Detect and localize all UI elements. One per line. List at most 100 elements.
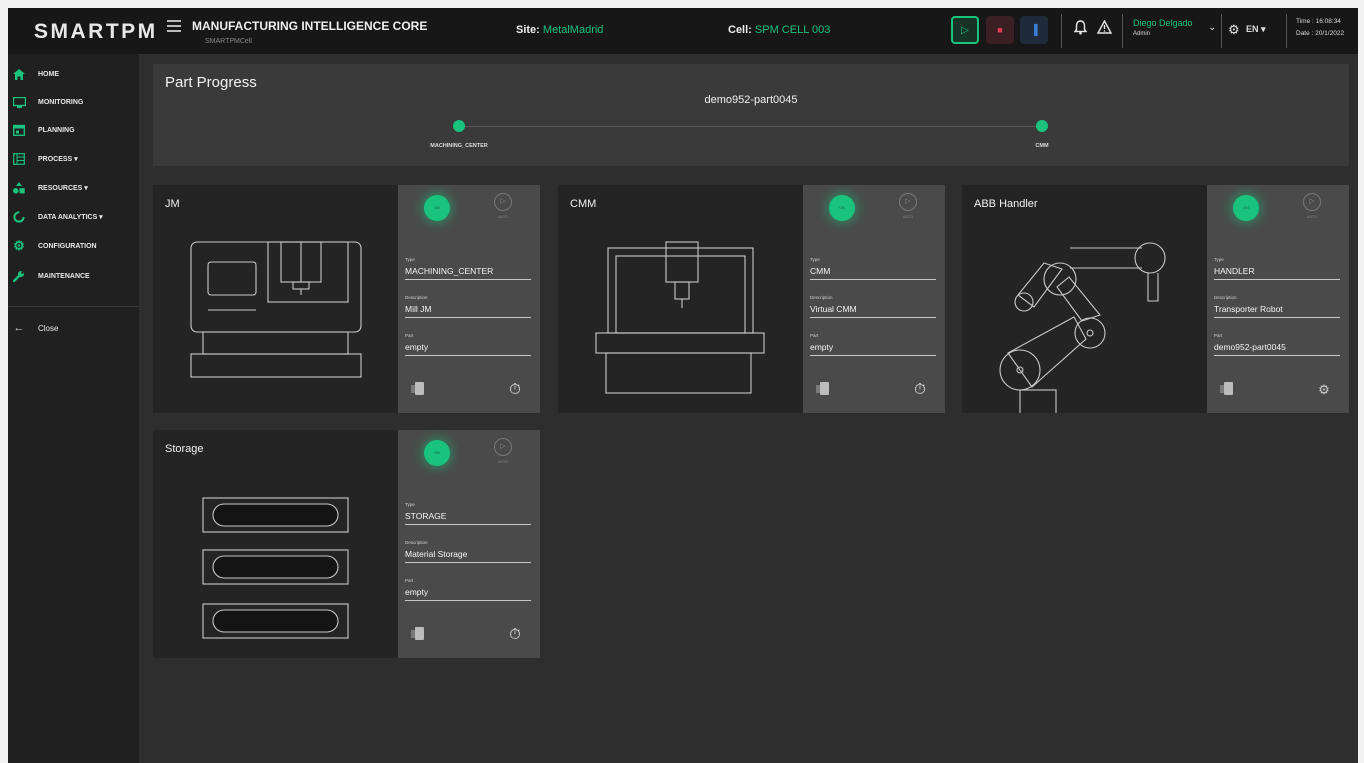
home-icon [12,68,26,80]
power-on-button[interactable]: ON [424,195,450,221]
bell-icon[interactable] [1073,20,1088,39]
divider [1122,14,1123,48]
power-on-button[interactable]: ON [829,195,855,221]
user-role: Admin [1133,31,1151,37]
description-field: Description Mill JM [405,295,531,318]
hamburger-menu-icon[interactable] [167,20,181,34]
card-illustration-area: ABB Handler [962,185,1207,413]
description-field: Description Virtual CMM [810,295,936,318]
settings-gear-icon[interactable]: ⚙ [1228,22,1240,38]
description-label: Description [810,295,833,300]
site-label: Site: [516,24,540,36]
on-label: ON [434,451,440,455]
app-window: SMARTPM MANUFACTURING INTELLIGENCE CORE … [8,8,1358,763]
sidebar-item-label: DATA ANALYTICS ▾ [38,214,103,221]
description-value: Material Storage [405,549,468,559]
sidebar-close-button[interactable]: ← Close [12,318,59,338]
sidebar-item-label: PLANNING [38,126,75,134]
part-id: demo952-part0045 [704,94,798,106]
time-text: Time : 16:08:34 [1296,18,1341,25]
type-label: Type [405,257,415,262]
reset-button[interactable]: ▐ [1020,16,1048,44]
warning-icon[interactable] [1096,19,1113,38]
door-icon[interactable] [411,382,424,395]
resource-card-jm[interactable]: JM ON ▷ AUTO Type MACHINING_CENTER Descrip… [153,185,540,413]
stopwatch-icon[interactable]: ⏱ [506,381,524,399]
sidebar-close-label: Close [38,323,59,333]
part-field: Part empty [405,333,531,356]
sidebar-item-home[interactable]: HOME [12,64,59,84]
type-field: Type MACHINING_CENTER [405,257,531,280]
type-label: Type [810,257,820,262]
type-field: Type STORAGE [405,502,531,525]
type-field: Type CMM [810,257,936,280]
divider [1221,14,1222,48]
sidebar-item-label: PROCESS ▾ [38,156,78,163]
step-dot-cmm[interactable] [1036,120,1048,132]
part-value: empty [810,342,834,352]
site-value: MetalMadrid [542,24,604,36]
sidebar-item-configuration[interactable]: ⚙ CONFIGURATION [12,236,96,256]
brand-logo: SMARTPM [34,20,158,43]
sidebar-item-data-analytics[interactable]: DATA ANALYTICS ▾ [12,207,103,227]
description-value: Transporter Robot [1214,304,1283,314]
part-field: Part demo952-part0045 [1214,333,1340,356]
auto-mode-button[interactable]: ▷ AUTO [490,438,516,468]
sidebar-item-planning[interactable]: PLANNING [12,120,75,140]
play-button[interactable]: ▷ [951,16,979,44]
part-label: Part [405,578,414,583]
top-bar: SMARTPM MANUFACTURING INTELLIGENCE CORE … [8,8,1358,54]
type-field: Type HANDLER [1214,257,1340,280]
sidebar-item-process[interactable]: PROCESS ▾ [12,149,78,169]
machining-center-illustration [190,241,362,378]
sidebar: HOME MONITORING PLANNING PROCESS ▾ RESOU… [8,54,139,763]
resource-card-storage[interactable]: Storage ON ▷ AUTO Type STORAGE Description… [153,430,540,658]
card-illustration-area: Storage [153,430,398,658]
description-label: Description [1214,295,1237,300]
door-icon[interactable] [1220,382,1233,395]
resource-card-abb-handler[interactable]: ABB Handler ON ▷ AUTO Type HANDLER Descr… [962,185,1349,413]
analytics-icon [12,211,26,223]
user-dropdown-chevron-icon[interactable]: ⌄ [1208,22,1216,33]
datetime-display: Time : 16:08:34 Date : 20/1/2022 [1296,16,1344,40]
auto-mode-button[interactable]: ▷ AUTO [1299,193,1325,223]
stop-button[interactable]: ■ [986,16,1014,44]
part-value: empty [405,342,429,352]
auto-mode-button[interactable]: ▷ AUTO [895,193,921,223]
door-icon[interactable] [816,382,829,395]
resource-card-cmm[interactable]: CMM ON ▷ AUTO Type CMM Description Virtual … [558,185,945,413]
play-icon: ▷ [961,24,969,36]
part-label: Part [1214,333,1223,338]
stopwatch-icon[interactable]: ⏱ [506,626,524,644]
on-label: ON [1243,206,1249,210]
language-selector[interactable]: EN ▾ [1246,24,1266,35]
resources-icon [12,182,26,194]
process-icon [12,153,26,165]
part-label: Part [810,333,819,338]
part-progress-panel: Part Progress demo952-part0045 MACHINING… [153,64,1349,166]
stopwatch-icon[interactable]: ⏱ [911,381,929,399]
type-value: CMM [810,266,831,276]
app-subtitle: SMARTPMCell [205,38,252,45]
storage-illustration [202,497,349,639]
wrench-icon [12,270,26,282]
user-name[interactable]: Diego Delgado [1133,18,1193,28]
sidebar-divider [8,306,139,307]
door-icon[interactable] [411,627,424,640]
card-info-panel: ON ▷ AUTO Type CMM Description Virtual CMM … [803,185,945,413]
part-field: Part empty [810,333,936,356]
description-value: Mill JM [405,304,432,314]
power-on-button[interactable]: ON [1233,195,1259,221]
sidebar-item-resources[interactable]: RESOURCES ▾ [12,178,88,198]
power-on-button[interactable]: ON [424,440,450,466]
step-dot-machining-center[interactable] [453,120,465,132]
divider [1061,14,1062,48]
step-label-machining-center: MACHINING_CENTER [430,143,488,149]
sidebar-item-label: MAINTENANCE [38,272,90,280]
sidebar-item-monitoring[interactable]: MONITORING [12,92,83,112]
auto-mode-button[interactable]: ▷ AUTO [490,193,516,223]
gears-icon[interactable]: ⚙ [1315,381,1333,399]
arrow-left-icon: ← [13,322,25,334]
sidebar-item-maintenance[interactable]: MAINTENANCE [12,266,90,286]
site-indicator: Site: MetalMadrid [516,24,603,36]
